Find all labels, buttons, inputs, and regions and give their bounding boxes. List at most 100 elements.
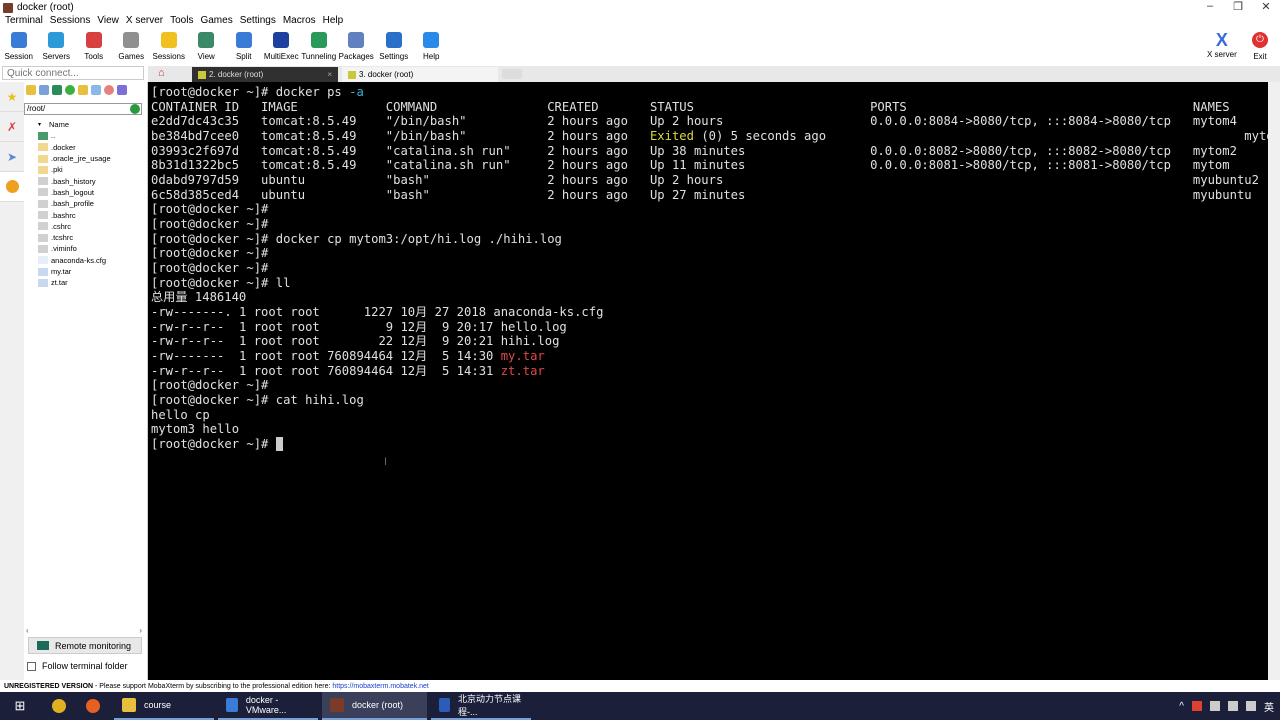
favorites-tab[interactable]: ★ [0,82,24,112]
terminal-line: [root@docker ~]# docker cp mytom3:/opt/h… [151,232,1280,247]
menu-sessions[interactable]: Sessions [50,15,91,29]
taskbar-item[interactable]: course [114,692,214,720]
file-name: .bash_logout [51,187,94,197]
terminal-text: [root@docker ~]# [151,378,269,393]
horizontal-scrollbar[interactable]: ‹ › [26,626,142,635]
sftp-tab[interactable] [0,172,24,202]
terminal-line: [root@docker ~]# [151,378,1280,393]
x-server-button[interactable]: X X server [1207,30,1237,59]
file-item[interactable]: .docker [38,142,111,153]
restore-button[interactable]: ❐ [1224,0,1252,13]
tunneling-button[interactable]: Tunneling [300,30,338,66]
vertical-scrollbar[interactable] [1268,82,1280,680]
file-item[interactable]: anaconda-ks.cfg [38,255,111,266]
exit-button[interactable]: ⏻ Exit [1252,30,1268,61]
games-button[interactable]: Games [113,30,151,66]
terminal-line: -rw------- 1 root root 760894464 12月 5 1… [151,349,1280,364]
tools-tab[interactable]: ✗ [0,112,24,142]
menu-terminal[interactable]: Terminal [5,15,43,29]
taskbar-item[interactable]: docker - VMware... [218,692,318,720]
terminal-text: 8b31d1322bc5 tomcat:8.5.49 "catalina.sh … [151,158,1230,173]
menu-help[interactable]: Help [323,15,344,29]
macros-tab[interactable]: ➤ [0,142,24,172]
rename-icon[interactable] [117,85,127,95]
packages-button[interactable]: Packages [338,30,376,66]
menu-x-server[interactable]: X server [126,15,163,29]
file-item[interactable]: .bash_history [38,175,111,186]
split-button[interactable]: Split [225,30,263,66]
star-icon [160,32,177,48]
firefox-icon[interactable] [86,699,100,713]
new-file-icon[interactable] [91,85,101,95]
settings-button[interactable]: Settings [375,30,413,66]
close-tab-icon[interactable]: × [327,70,332,79]
terminal-line: [root@docker ~]# cat hihi.log [151,393,1280,408]
tools-button[interactable]: Tools [75,30,113,66]
multiexec-button[interactable]: MultiExec [263,30,301,66]
terminal-output[interactable]: [root@docker ~]# docker ps -a CONTAINER I… [148,82,1280,680]
terminal-text: 6c58d385ced4 ubuntu "bash" 2 hours ago U… [151,187,1252,202]
file-item[interactable]: .. [38,130,111,141]
follow-terminal-folder-checkbox[interactable]: Follow terminal folder [27,661,128,671]
home-tab-icon[interactable]: ⌂ [158,67,165,79]
tab-2-docker[interactable]: 2. docker (root) × [192,67,338,82]
file-item[interactable]: .bash_logout [38,187,111,198]
volume-icon[interactable] [1246,701,1256,711]
file-item[interactable]: .bashrc [38,209,111,220]
terminal-text: Exited [649,129,694,144]
file-icon [38,233,48,242]
windows-start-icon[interactable]: ⊞ [0,698,40,714]
show-hidden-icons-icon[interactable]: ^ [1179,701,1184,712]
toolbar-label: Tools [84,52,104,61]
mobaxterm-link[interactable]: https://mobaxterm.mobatek.net [332,683,429,690]
confirm-path-icon[interactable] [130,104,140,114]
session-button[interactable]: Session [0,30,38,66]
refresh-icon[interactable] [65,85,75,95]
terminal-line: e2dd7dc43c35 tomcat:8.5.49 "/bin/bash" 2… [151,114,1280,129]
column-header-name[interactable]: ▾ Name [38,119,111,130]
new-tab-button[interactable] [502,69,522,79]
toolbar-label: Split [235,52,252,61]
menu-view[interactable]: View [97,15,119,29]
tab-3-docker[interactable]: 3. docker (root) [342,67,498,82]
file-name: .bash_history [51,176,96,186]
sessions-button[interactable]: Sessions [150,30,188,66]
parent-folder-icon[interactable] [26,85,36,95]
file-item[interactable]: .cshrc [38,221,111,232]
menu-settings[interactable]: Settings [240,15,276,29]
remote-monitoring-button[interactable]: Remote monitoring [28,637,142,654]
new-folder-icon[interactable] [78,85,88,95]
help-button[interactable]: Help [413,30,451,66]
tools-icon [85,32,102,48]
chrome-icon[interactable] [52,699,66,713]
mic-icon[interactable] [1210,701,1220,711]
terminal-line: [root@docker ~]# [151,217,1280,232]
file-item[interactable]: .oracle_jre_usage [38,153,111,164]
delete-icon[interactable] [104,85,114,95]
file-item[interactable]: .pki [38,164,111,175]
download-icon[interactable] [39,85,49,95]
terminal-text: hello cp [151,407,210,422]
quick-connect-input[interactable] [2,66,144,80]
input-method[interactable]: 英 [1264,699,1274,714]
notification-icon[interactable] [1192,701,1202,711]
taskbar-item[interactable]: 北京动力节点课程-... [431,692,531,720]
terminal-line: -rw-r--r-- 1 root root 9 12月 9 20:17 hel… [151,320,1280,335]
network-icon[interactable] [1228,701,1238,711]
file-item[interactable]: .tcshrc [38,232,111,243]
file-item[interactable]: .viminfo [38,243,111,254]
servers-button[interactable]: Servers [38,30,76,66]
toolbar-label: MultiExec [263,52,299,61]
file-item[interactable]: my.tar [38,266,111,277]
file-item[interactable]: zt.tar [38,277,111,288]
menu-games[interactable]: Games [200,15,232,29]
menu-tools[interactable]: Tools [170,15,193,29]
view-button[interactable]: View [188,30,226,66]
upload-icon[interactable] [52,85,62,95]
close-button[interactable]: ✕ [1252,0,1280,13]
minimize-button[interactable]: – [1196,0,1224,13]
taskbar-item[interactable]: docker (root) [322,692,427,720]
path-input[interactable]: /root/ [24,103,142,115]
file-item[interactable]: .bash_profile [38,198,111,209]
menu-macros[interactable]: Macros [283,15,316,29]
